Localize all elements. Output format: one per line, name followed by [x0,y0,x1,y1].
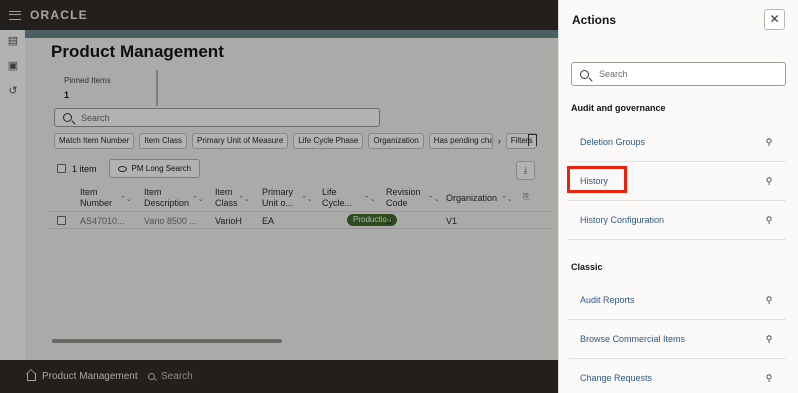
tab-search[interactable]: Search [148,360,193,393]
saved-search-label: PM Long Search [131,164,192,173]
pin-icon[interactable]: ⚲ [764,373,774,383]
pinned-items[interactable]: Pinned Items 1 [54,70,158,106]
column-header-primary-uom[interactable]: Primary Unit o... [262,187,293,208]
table-header: Item Number ⌃⌄ Item Description ⌃⌄ Item Cla… [50,187,550,211]
column-settings-icon[interactable]: ⎘ [523,192,529,202]
actions-search-placeholder: Search [599,69,628,79]
pin-icon[interactable]: ⚲ [764,334,774,344]
action-label[interactable]: Deletion Groups [580,137,645,147]
row-checkbox[interactable] [57,216,66,225]
item-count: 1 item [72,163,97,174]
results-toolbar: 1 item PM Long Search [57,159,201,178]
main-content: Product Management Pinned Items 1 Search… [25,38,558,360]
drawer-title: Actions [572,13,617,27]
close-icon[interactable]: ✕ [764,9,785,30]
filter-chip-match-item-number[interactable]: Match Item Number [54,133,135,149]
filter-chip-has-pending-changes[interactable]: Has pending chan [428,133,493,149]
action-deletion-groups[interactable]: Deletion Groups ⚲ [569,123,786,162]
sort-icon[interactable]: ⌃⌄ [301,195,313,203]
sort-icon[interactable]: ⌃⌄ [238,195,250,203]
page-title: Product Management [51,42,224,61]
action-label[interactable]: Change Requests [580,373,652,383]
cell-item-number[interactable]: AS47010... [80,216,125,226]
column-header-item-number[interactable]: Item Number [80,187,112,208]
pin-icon[interactable]: ⚲ [764,137,774,147]
action-audit-reports[interactable]: Audit Reports ⚲ [569,281,786,320]
search-placeholder: Search [81,112,110,123]
pin-icon[interactable]: ⚲ [764,295,774,305]
clipboard-icon[interactable]: ▣ [7,60,19,72]
column-header-item-class[interactable]: Item Class [215,187,238,208]
tab-search-label: Search [161,371,193,382]
column-header-item-description[interactable]: Item Description [144,187,189,208]
sort-icon[interactable]: ⌃⌄ [120,195,132,203]
history-icon[interactable]: ↺ [7,85,19,97]
sort-icon[interactable]: ⌃⌄ [501,195,513,203]
filter-chip-item-class[interactable]: Item Class [139,133,188,149]
hamburger-menu-icon[interactable] [9,10,21,20]
column-header-organization[interactable]: Organization [446,193,497,204]
section-title-classic: Classic [571,262,603,272]
cell-item-class: VarioH [215,216,242,226]
header-banner [25,30,558,38]
cell-organization: V1 [446,216,458,226]
pinned-items-count: 1 [64,90,70,100]
action-label[interactable]: History Configuration [580,215,664,225]
pin-icon[interactable]: ⚲ [764,176,774,186]
sort-icon[interactable]: ⌃⌄ [192,195,204,203]
tasks-icon[interactable]: ▤ [7,35,19,47]
select-all-checkbox[interactable] [57,164,66,173]
search-icon [63,113,72,122]
filter-chip-life-cycle-phase[interactable]: Life Cycle Phase [293,133,364,149]
home-icon [27,372,36,381]
left-navigation: ▤ ▣ ↺ [0,30,25,360]
pin-icon[interactable]: ⚲ [764,215,774,225]
table-row[interactable]: AS47010... Vario 8500 ... VarioH EA Prod… [50,211,550,229]
horizontal-scrollbar[interactable] [52,339,282,343]
search-icon [580,69,589,79]
tab-product-management-label: Product Management [42,371,138,382]
filter-chip-primary-uom[interactable]: Primary Unit of Measure [192,133,289,149]
action-label[interactable]: Browse Commercial Items [580,334,685,344]
section-title-audit-governance: Audit and governance [571,103,666,113]
cell-revision-code: D [386,216,393,226]
search-icon [148,373,155,380]
oracle-logo: ORACLE [30,8,88,22]
filter-chip-organization[interactable]: Organization [368,133,424,149]
chevron-right-icon[interactable]: › [498,133,501,149]
filter-chips: Match Item Number Item Class Primary Uni… [54,133,538,149]
download-icon[interactable]: ⤓ [516,161,535,180]
search-input[interactable]: Search [54,108,380,127]
tab-product-management[interactable]: Product Management [27,360,138,393]
action-label[interactable]: Audit Reports [580,295,635,305]
action-history-configuration[interactable]: History Configuration ⚲ [569,201,786,240]
actions-drawer: Actions ✕ Search Audit and governance De… [558,0,798,393]
bottom-tab-bar: Product Management Search [0,360,558,393]
actions-search-input[interactable]: Search [571,62,786,86]
action-change-requests[interactable]: Change Requests ⚲ [569,359,786,393]
highlight-box [567,166,627,193]
column-header-life-cycle[interactable]: Life Cycle... [322,187,352,208]
cell-item-description: Vario 8500 ... [144,216,197,226]
bookmark-icon[interactable] [528,134,537,146]
pinned-items-label: Pinned Items [64,76,111,85]
cell-uom: EA [262,216,275,226]
action-browse-commercial-items[interactable]: Browse Commercial Items ⚲ [569,320,786,359]
eye-icon [117,165,127,172]
sort-icon[interactable]: ⌃⌄ [364,195,376,203]
column-header-revision-code[interactable]: Revision Code [386,187,421,208]
sort-icon[interactable]: ⌃⌄ [428,195,440,203]
saved-search-button[interactable]: PM Long Search [108,159,201,178]
